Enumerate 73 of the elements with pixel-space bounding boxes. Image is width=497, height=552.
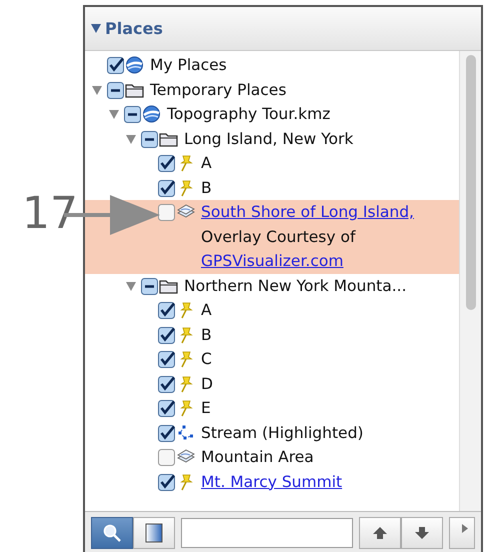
checkbox[interactable] [158, 326, 175, 344]
disclosure-icon[interactable] [109, 110, 119, 119]
disclosure-icon[interactable] [126, 134, 136, 144]
checkbox[interactable] [158, 424, 175, 442]
checkbox[interactable] [107, 82, 124, 98]
callout-number: 17 [22, 190, 78, 238]
tree-row[interactable]: E [85, 396, 459, 420]
tree-row[interactable]: South Shore of Long Island, Overlay Courtesy of GPSVisualizer.com [85, 200, 459, 274]
search-field[interactable] [181, 518, 353, 548]
checkbox[interactable] [158, 204, 175, 221]
checkbox[interactable] [158, 351, 175, 368]
snippet-text: Overlay Courtesy of [201, 226, 357, 248]
item-label: Temporary Places [150, 80, 286, 100]
tree-row[interactable]: A [85, 298, 459, 322]
item-label: E [201, 398, 211, 419]
disclosure-icon[interactable] [126, 282, 136, 290]
snippet-link[interactable]: GPSVisualizer.com [201, 249, 414, 274]
tree-row[interactable]: A [85, 151, 459, 176]
tree-row[interactable]: B [85, 176, 459, 200]
item-label: Northern New York Mounta... [184, 276, 407, 296]
checkbox[interactable] [158, 155, 175, 172]
up-arrow-icon [373, 526, 387, 538]
item-label: D [201, 374, 213, 394]
checkbox[interactable] [158, 376, 175, 392]
panel-button[interactable] [133, 516, 175, 548]
item-link[interactable]: South Shore of Long Island, [201, 200, 414, 224]
tree-row[interactable]: D [85, 372, 459, 396]
item-label: B [201, 178, 212, 198]
panel-title: Places [105, 18, 163, 40]
scrollbar[interactable] [459, 51, 481, 511]
up-button[interactable] [359, 516, 401, 548]
tree-row[interactable]: C [85, 347, 459, 372]
checkbox[interactable] [124, 106, 141, 123]
checkbox[interactable] [158, 400, 175, 417]
scroll-thumb[interactable] [466, 55, 476, 310]
checkbox[interactable] [158, 474, 175, 490]
expand-icon [462, 524, 468, 532]
down-arrow-icon [415, 526, 429, 538]
globe-icon [142, 105, 161, 123]
item-label: Mountain Area [201, 447, 314, 468]
checkbox[interactable] [158, 449, 175, 466]
tree-row[interactable]: My Places [85, 53, 459, 78]
tree-row[interactable]: Topography Tour.kmz [85, 102, 459, 126]
checkbox[interactable] [107, 57, 124, 74]
disclosure-icon[interactable] [91, 24, 101, 33]
tree-row[interactable]: Mountain Area [85, 445, 459, 470]
search-button[interactable] [91, 516, 133, 548]
item-label: Long Island, New York [184, 128, 354, 150]
tree-row[interactable]: B [85, 322, 459, 347]
search-icon [102, 522, 122, 542]
tree-row[interactable]: Mt. Marcy Summit [85, 470, 459, 494]
disclosure-icon[interactable] [92, 86, 102, 94]
item-label: A [201, 300, 212, 321]
item-label: B [201, 324, 212, 346]
item-label: Topography Tour.kmz [167, 104, 330, 125]
item-label: C [201, 349, 212, 370]
down-button[interactable] [401, 516, 443, 548]
item-label: Stream (Highlighted) [201, 422, 364, 444]
tree-row[interactable]: Northern New York Mounta... [85, 274, 459, 298]
checkbox[interactable] [141, 278, 158, 294]
checkbox[interactable] [141, 130, 158, 148]
checkbox[interactable] [158, 302, 175, 319]
path-icon [176, 424, 195, 442]
tree-row[interactable]: Temporary Places [85, 78, 459, 102]
more-button[interactable] [449, 516, 475, 548]
globe-icon [125, 56, 144, 74]
item-label: My Places [150, 55, 227, 76]
tree-row[interactable]: Long Island, New York [85, 126, 459, 151]
tree-row[interactable]: Stream (Highlighted) [85, 420, 459, 445]
checkbox[interactable] [158, 180, 175, 196]
panel-icon [145, 522, 163, 542]
item-link[interactable]: Mt. Marcy Summit [201, 470, 342, 494]
item-label: A [201, 153, 212, 174]
